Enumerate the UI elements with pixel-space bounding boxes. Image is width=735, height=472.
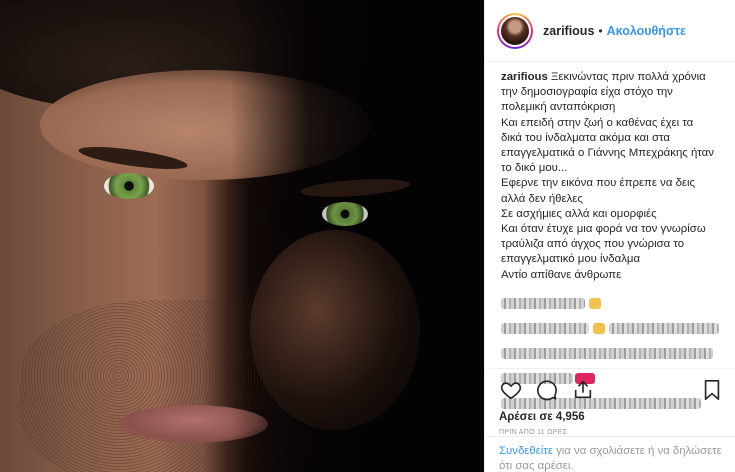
- caption-line: την δημοσιογραφία είχα στόχο την: [501, 86, 673, 99]
- post-header: zarifious • Ακολουθήστε: [485, 0, 735, 62]
- photo-cheek-right: [250, 230, 420, 430]
- caption-username[interactable]: zarifious: [501, 71, 548, 83]
- author-username[interactable]: zarifious: [543, 24, 594, 38]
- login-prompt: Συνδεθείτε για να σχολιάσετε ή να δηλώσε…: [485, 436, 735, 472]
- caption-line: Και όταν έτυχε μια φορά να τον γνωρίσω: [501, 223, 706, 236]
- emoji-icon: [589, 297, 601, 309]
- post-side-panel: zarifious • Ακολουθήστε zarifious Ξεκινώ…: [484, 0, 735, 472]
- caption-line: Ξεκινώντας πριν πολλά χρόνια: [551, 71, 706, 83]
- heart-icon[interactable]: [499, 378, 523, 402]
- post-photo[interactable]: [0, 0, 484, 472]
- caption-line: Σε ασχήμιες αλλά και ομορφιές: [501, 207, 657, 220]
- caption-line: δικά του ίνδαλματα ακόμα και στα: [501, 131, 670, 144]
- blurred-text: [609, 322, 719, 334]
- caption-line: επαγγελματικά ο Γιάννης Μπεχράκης ήταν: [501, 147, 714, 160]
- post-actions: Αρέσει σε 4,956 ΠΡΙΝ ΑΠΟ 11 ΩΡΕΣ: [485, 368, 735, 436]
- header-separator: •: [598, 23, 603, 38]
- avatar-image: [499, 14, 531, 47]
- photo-eye-left: [104, 173, 154, 199]
- caption-line: αλλά δεν ήθελες: [501, 192, 583, 205]
- caption-line: Εφερνε την εικόνα που έπρεπε να δεις: [501, 177, 696, 190]
- comment-icon[interactable]: [535, 378, 559, 402]
- caption-line: επαγγελματικό μου ίνδαλμα: [501, 253, 641, 266]
- likes-count[interactable]: Αρέσει σε 4,956: [499, 411, 724, 423]
- login-link[interactable]: Συνδεθείτε: [499, 445, 553, 457]
- follow-button[interactable]: Ακολουθήστε: [607, 24, 686, 38]
- post-caption: zarifious Ξεκινώντας πριν πολλά χρόνια τ…: [485, 62, 735, 283]
- post-timestamp[interactable]: ΠΡΙΝ ΑΠΟ 11 ΩΡΕΣ: [499, 429, 724, 436]
- photo-eye-right: [322, 202, 368, 226]
- blurred-text: [501, 347, 713, 359]
- caption-line: Αντίο απίθανε άνθρωπε: [501, 268, 622, 281]
- blurred-comment: [501, 316, 721, 341]
- caption-line: τραύλιζα από άγχος που γνώρισα το: [501, 238, 685, 251]
- caption-line: το δικό μου...: [501, 162, 568, 175]
- action-icons: [499, 375, 724, 405]
- caption-line: Και επειδή στην ζωή ο καθένας έχει τα: [501, 116, 694, 129]
- blurred-comment: [501, 291, 721, 316]
- emoji-icon: [593, 322, 605, 334]
- bookmark-icon[interactable]: [700, 378, 724, 402]
- blurred-text: [501, 322, 589, 334]
- share-icon[interactable]: [571, 378, 595, 402]
- blurred-text: [501, 297, 585, 309]
- caption-line: πολεμική ανταπόκριση: [501, 101, 616, 114]
- avatar[interactable]: [497, 12, 533, 49]
